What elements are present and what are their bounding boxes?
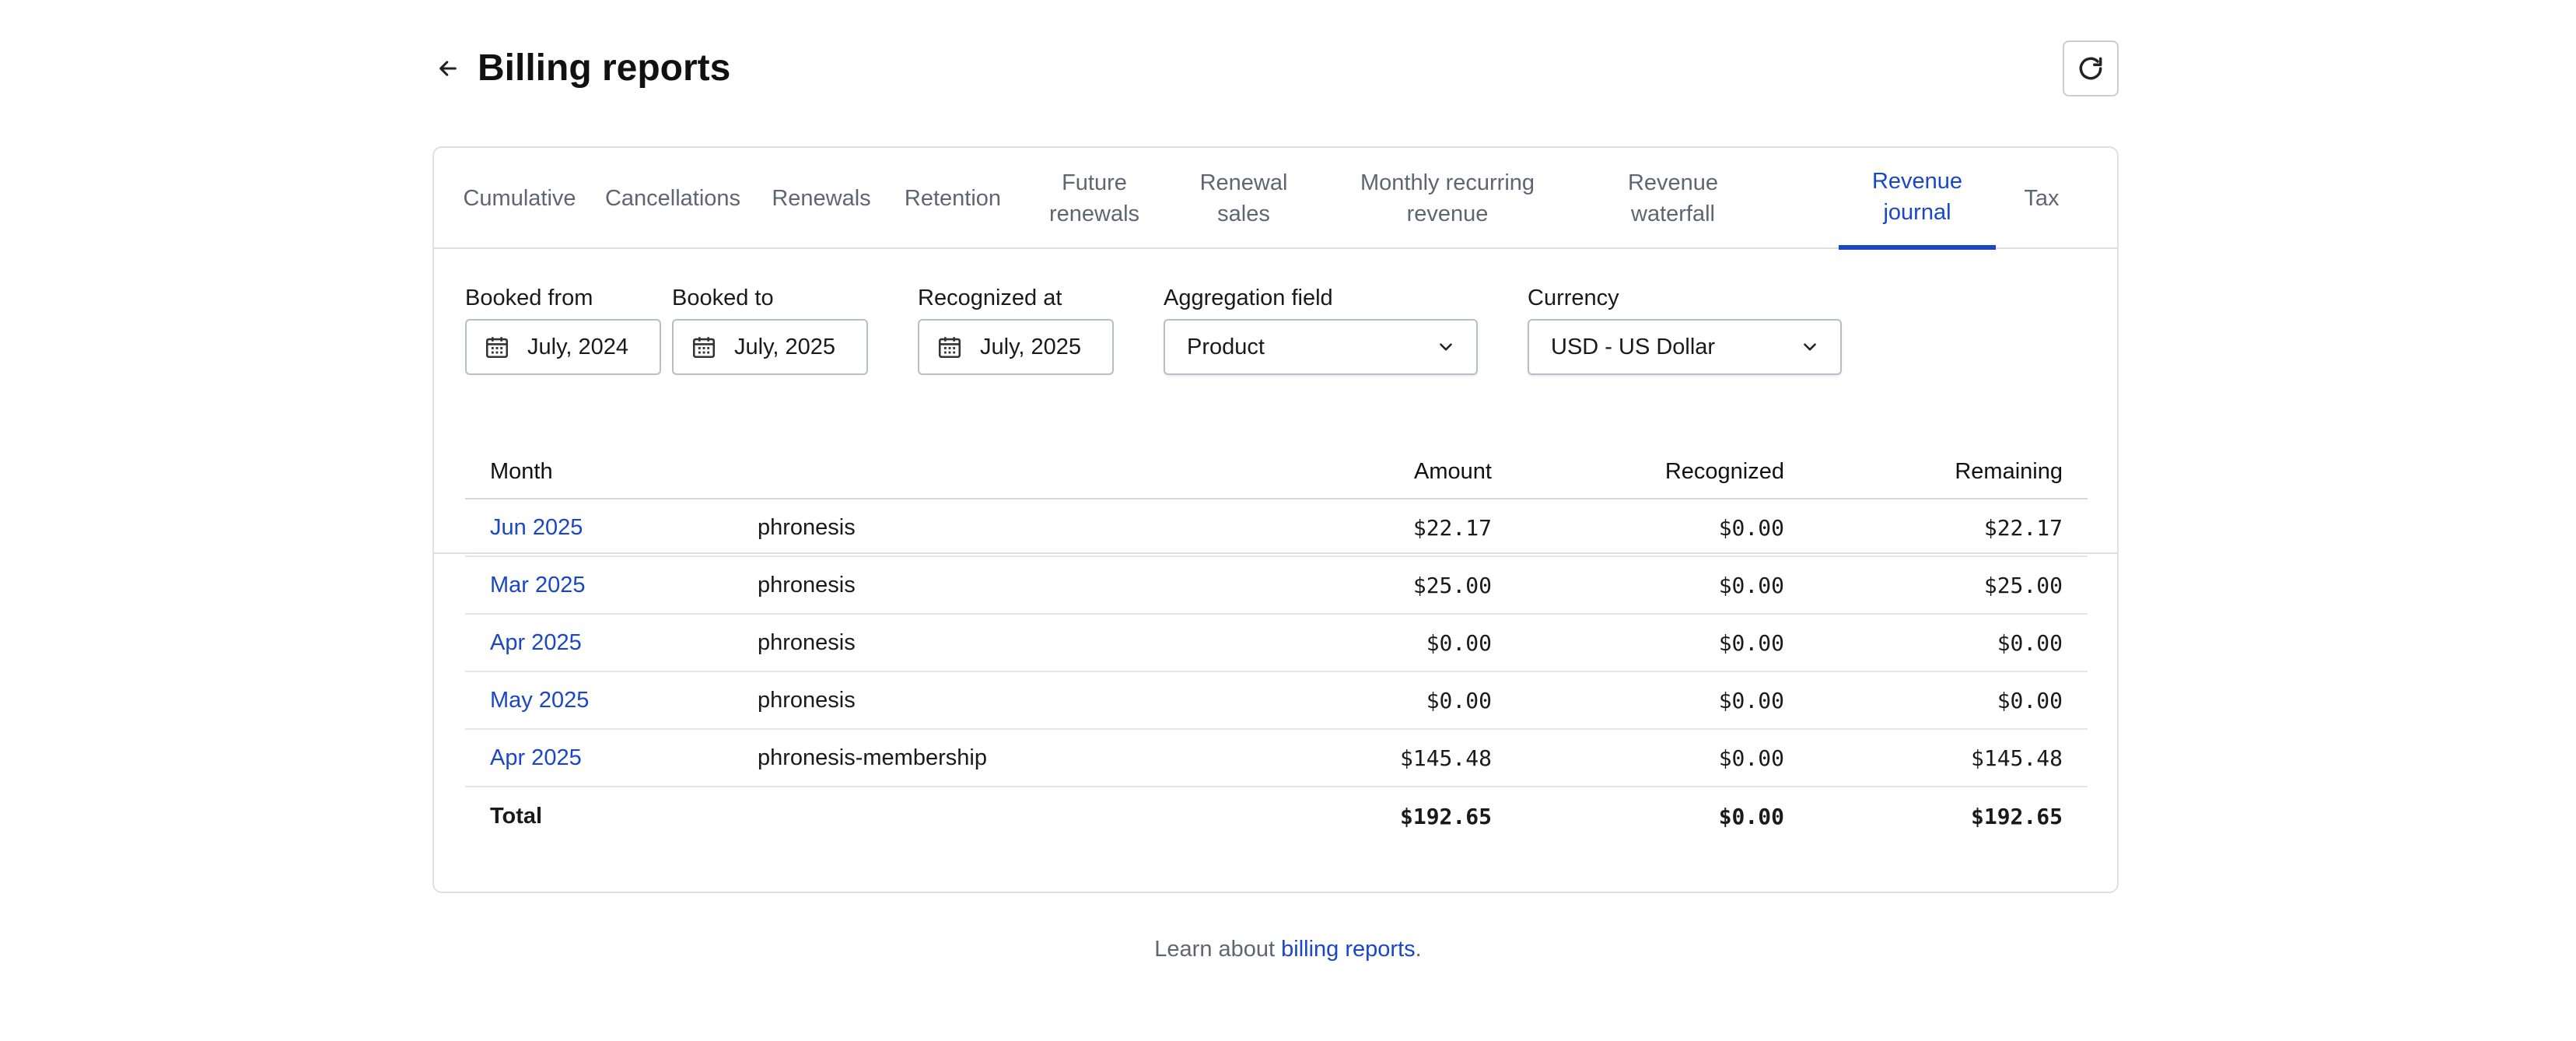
report-tabs: Cumulative Cancellations Renewals Retent… bbox=[434, 148, 2117, 250]
table-row: Apr 2025 phronesis-membership $145.48 $0… bbox=[465, 730, 2088, 787]
amount-cell: $0.00 bbox=[1426, 629, 1492, 656]
tab-monthly-recurring-revenue[interactable]: Monthly recurring revenue bbox=[1318, 148, 1577, 249]
month-link[interactable]: Jun 2025 bbox=[490, 499, 583, 556]
aggregation-field-value: Product bbox=[1187, 334, 1265, 359]
currency-select[interactable]: USD - US Dollar bbox=[1528, 319, 1842, 375]
report-card: Cumulative Cancellations Renewals Retent… bbox=[432, 146, 2119, 893]
product-cell: phronesis bbox=[758, 629, 856, 655]
booked-from-label: Booked from bbox=[465, 286, 593, 310]
total-label: Total bbox=[490, 803, 543, 829]
table-total-row: Total $192.65 $0.00 $192.65 bbox=[465, 787, 2088, 845]
column-header-amount: Amount bbox=[1414, 458, 1492, 484]
page-title: Billing reports bbox=[478, 47, 731, 89]
calendar-icon bbox=[691, 334, 717, 360]
total-recognized: $0.00 bbox=[1718, 803, 1784, 829]
revenue-journal-table: Month Amount Recognized Remaining Jun 20… bbox=[465, 445, 2088, 845]
booked-to-input[interactable]: July, 2025 bbox=[672, 319, 868, 375]
month-link[interactable]: May 2025 bbox=[490, 672, 589, 728]
arrow-left-icon bbox=[439, 61, 457, 76]
recognized-at-input[interactable]: July, 2025 bbox=[918, 319, 1114, 375]
tab-cumulative[interactable]: Cumulative bbox=[450, 148, 590, 249]
aggregation-field-select[interactable]: Product bbox=[1164, 319, 1478, 375]
column-header-recognized: Recognized bbox=[1664, 458, 1784, 484]
remaining-cell: $0.00 bbox=[1997, 629, 2063, 656]
amount-cell: $22.17 bbox=[1412, 514, 1492, 541]
currency-value: USD - US Dollar bbox=[1551, 334, 1716, 359]
tab-renewal-sales[interactable]: Renewal sales bbox=[1174, 148, 1313, 249]
month-link[interactable]: Mar 2025 bbox=[490, 557, 586, 613]
product-cell: phronesis bbox=[758, 514, 856, 540]
tab-revenue-journal[interactable]: Revenue journal bbox=[1839, 148, 1996, 250]
currency-label: Currency bbox=[1528, 286, 1619, 310]
booked-to-label: Booked to bbox=[672, 286, 774, 310]
calendar-icon bbox=[484, 334, 510, 360]
recognized-cell: $0.00 bbox=[1718, 687, 1784, 713]
refresh-button[interactable] bbox=[2063, 40, 2119, 96]
table-row: Jun 2025 phronesis $22.17 $0.00 $22.17 bbox=[465, 499, 2088, 557]
footer-text: Learn about bbox=[1154, 937, 1282, 962]
recognized-cell: $0.00 bbox=[1718, 745, 1784, 771]
chevron-down-icon bbox=[1804, 343, 1816, 351]
table-row: Mar 2025 phronesis $25.00 $0.00 $25.00 bbox=[465, 557, 2088, 615]
amount-cell: $145.48 bbox=[1399, 745, 1492, 771]
booked-from-value: July, 2024 bbox=[527, 334, 629, 359]
product-cell: phronesis bbox=[758, 572, 856, 598]
total-remaining: $192.65 bbox=[1970, 803, 2063, 829]
column-header-remaining: Remaining bbox=[1955, 458, 2063, 484]
tab-future-renewals[interactable]: Future renewals bbox=[1019, 148, 1170, 249]
billing-reports-page: Billing reports Cumulative Cancellations… bbox=[0, 0, 2576, 1041]
refresh-icon bbox=[2079, 57, 2102, 80]
back-button[interactable] bbox=[432, 53, 464, 84]
table-header: Month Amount Recognized Remaining bbox=[465, 445, 2088, 499]
recognized-at-value: July, 2025 bbox=[980, 334, 1082, 359]
aggregation-field-label: Aggregation field bbox=[1164, 286, 1333, 310]
tab-cancellations[interactable]: Cancellations bbox=[593, 148, 753, 249]
recognized-cell: $0.00 bbox=[1718, 629, 1784, 656]
month-link[interactable]: Apr 2025 bbox=[490, 615, 582, 671]
billing-reports-link[interactable]: billing reports bbox=[1281, 937, 1415, 962]
recognized-cell: $0.00 bbox=[1718, 572, 1784, 598]
remaining-cell: $145.48 bbox=[1970, 745, 2063, 771]
tab-renewals[interactable]: Renewals bbox=[756, 148, 887, 249]
table-row: May 2025 phronesis $0.00 $0.00 $0.00 bbox=[465, 672, 2088, 730]
remaining-cell: $0.00 bbox=[1997, 687, 2063, 713]
calendar-icon bbox=[936, 334, 963, 360]
month-link[interactable]: Apr 2025 bbox=[490, 730, 582, 786]
table-row: Apr 2025 phronesis $0.00 $0.00 $0.00 bbox=[465, 615, 2088, 672]
booked-from-input[interactable]: July, 2024 bbox=[465, 319, 661, 375]
tab-revenue-waterfall[interactable]: Revenue waterfall bbox=[1582, 148, 1764, 249]
page-header: Billing reports bbox=[432, 39, 2119, 101]
remaining-cell: $22.17 bbox=[1983, 514, 2063, 541]
chevron-down-icon bbox=[1440, 343, 1452, 351]
total-amount: $192.65 bbox=[1399, 803, 1492, 829]
amount-cell: $25.00 bbox=[1412, 572, 1492, 598]
tab-tax[interactable]: Tax bbox=[1999, 148, 2084, 249]
tab-retention[interactable]: Retention bbox=[890, 148, 1016, 249]
recognized-cell: $0.00 bbox=[1718, 514, 1784, 541]
product-cell: phronesis bbox=[758, 687, 856, 713]
amount-cell: $0.00 bbox=[1426, 687, 1492, 713]
product-cell: phronesis-membership bbox=[758, 745, 987, 770]
booked-to-value: July, 2025 bbox=[734, 334, 836, 359]
recognized-at-label: Recognized at bbox=[918, 286, 1062, 310]
remaining-cell: $25.00 bbox=[1983, 572, 2063, 598]
column-header-month: Month bbox=[490, 458, 553, 484]
footer-help: Learn about billing reports. bbox=[0, 937, 2576, 962]
footer-suffix: . bbox=[1415, 937, 1422, 962]
